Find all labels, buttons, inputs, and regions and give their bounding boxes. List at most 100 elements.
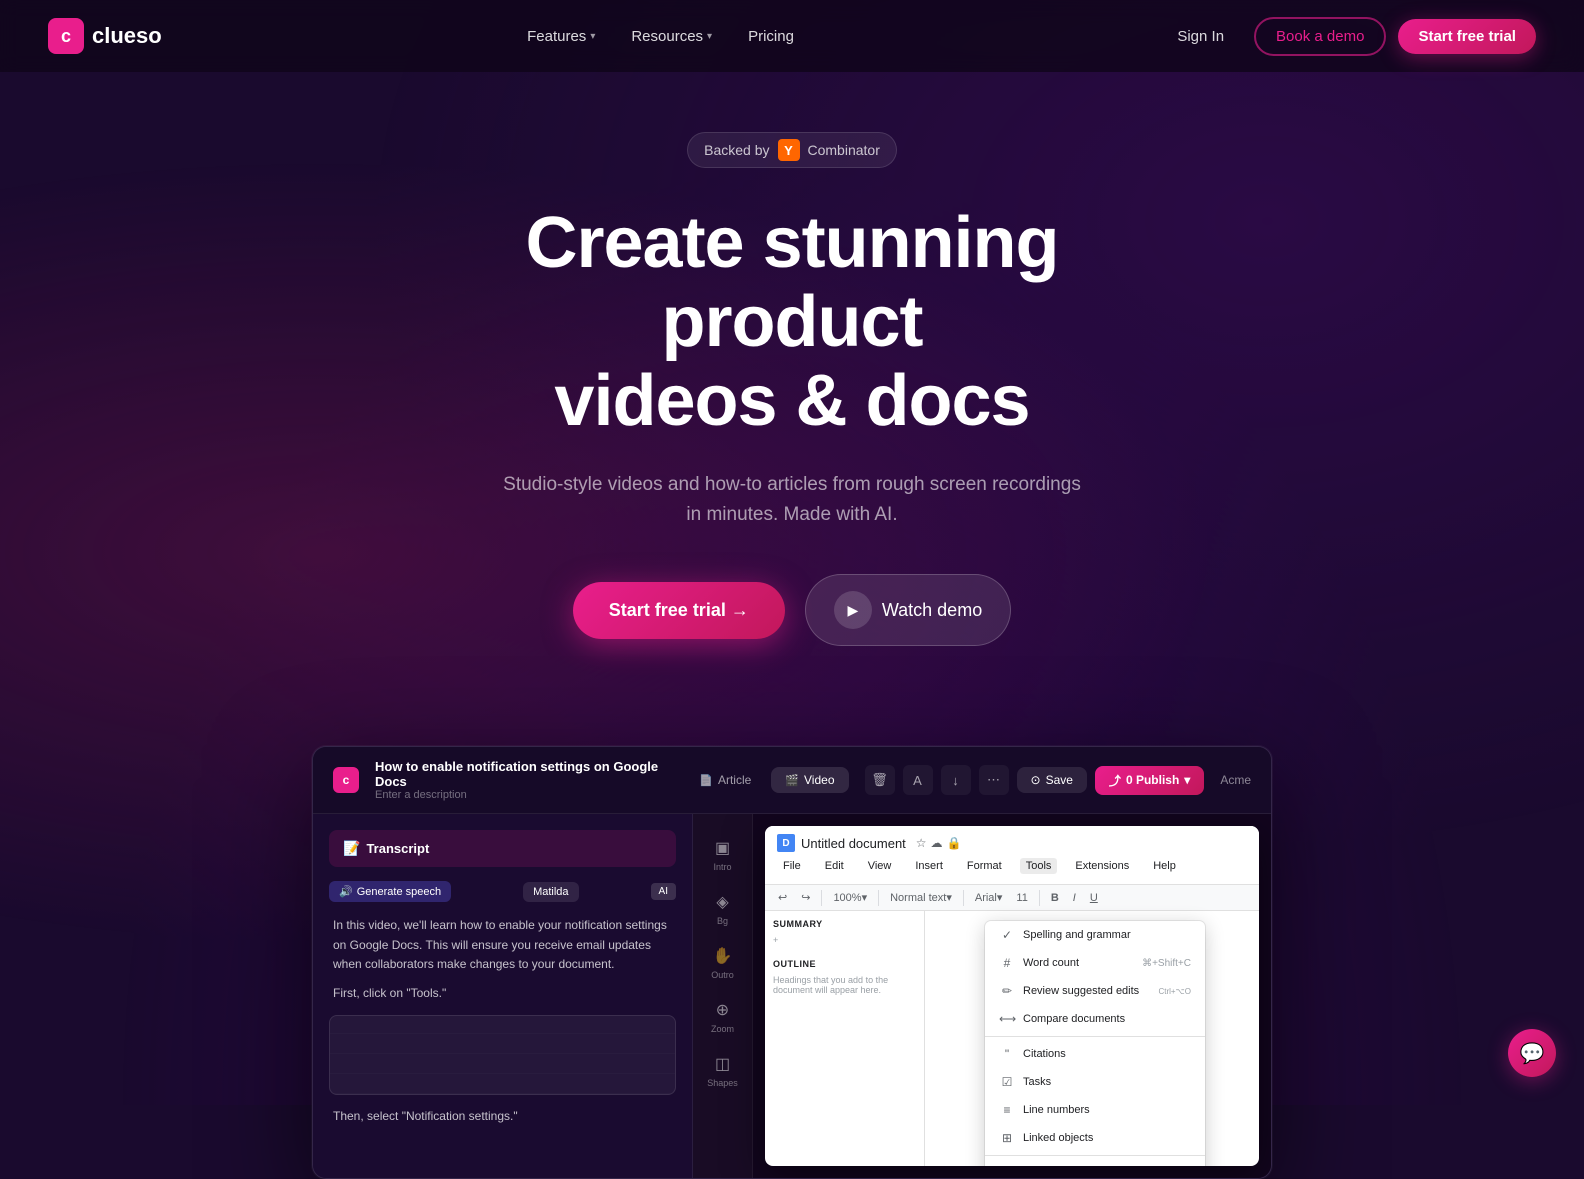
gdocs-menu-edit[interactable]: Edit (819, 858, 850, 874)
context-menu-linenumbers[interactable]: ≡ Line numbers (985, 1096, 1205, 1124)
start-trial-hero-button[interactable]: Start free trial → (573, 582, 785, 639)
gdocs-menu-tools[interactable]: Tools (1020, 858, 1058, 874)
demo-title-area: How to enable notification settings on G… (375, 759, 669, 801)
gdocs-menu-help[interactable]: Help (1147, 858, 1182, 874)
start-trial-nav-button[interactable]: Start free trial (1398, 19, 1536, 54)
toolbar-style[interactable]: Normal text▾ (885, 889, 957, 906)
chevron-down-icon: ▾ (1184, 773, 1190, 787)
logo-text: clueso (92, 23, 162, 49)
gdocs-favicon: D (777, 834, 795, 852)
video-preview-panel: ▣ Intro ◈ Bg ✋ Outro ⊕ Zoom (693, 814, 1271, 1178)
sidebar-outro[interactable]: ✋ Outro (693, 938, 752, 988)
citations-icon: " (999, 1047, 1015, 1061)
sidebar-zoom[interactable]: ⊕ Zoom (693, 992, 752, 1042)
logo[interactable]: c clueso (48, 18, 162, 54)
tab-article[interactable]: 📄 Article (685, 767, 765, 793)
nav-actions: Sign In Book a demo Start free trial (1159, 17, 1536, 56)
sign-in-button[interactable]: Sign In (1159, 20, 1242, 53)
gdocs-sidebar: Summary + Outline Headings that you add … (765, 911, 925, 1166)
transcript-text: In this video, we'll learn how to enable… (329, 916, 676, 1003)
chat-bubble-button[interactable]: 💬 (1508, 1029, 1556, 1077)
translate-icon-btn[interactable]: A (903, 765, 933, 795)
nav-link-resources[interactable]: Resources ▾ (617, 20, 726, 53)
video-icon: 🎬 (785, 774, 799, 787)
gdocs-menu-insert[interactable]: Insert (909, 858, 949, 874)
gdocs-doc-title: Untitled document (801, 836, 906, 851)
nav-links: Features ▾ Resources ▾ Pricing (513, 20, 808, 53)
more-options-icon-btn[interactable]: ⋯ (979, 765, 1009, 795)
toolbar-italic[interactable]: I (1068, 890, 1081, 906)
toolbar-redo[interactable]: ↪ (796, 889, 815, 906)
sidebar-bg[interactable]: ◈ Bg (693, 884, 752, 934)
toolbar-sep-1 (821, 890, 822, 906)
delete-icon-btn[interactable]: 🗑 (865, 765, 895, 795)
chat-icon: 💬 (1520, 1041, 1545, 1066)
toolbar-size[interactable]: 11 (1011, 890, 1032, 906)
google-docs-mockup-wrapper: D Untitled document ☆ ☁ 🔒 File (753, 814, 1271, 1178)
gdocs-main-content: ✓ Spelling and grammar # Word cou (925, 911, 1259, 1166)
sidebar-intro[interactable]: ▣ Intro (693, 830, 752, 880)
demo-body: 📝 Transcript 🔊 Generate speech Matilda A… (313, 814, 1271, 1178)
review-icon: ✏ (999, 984, 1015, 998)
acme-label: Acme (1212, 773, 1251, 787)
gdocs-menu-extensions[interactable]: Extensions (1069, 858, 1135, 874)
transcript-paragraph-1: In this video, we'll learn how to enable… (333, 916, 672, 974)
toolbar-sep-3 (963, 890, 964, 906)
gdocs-outline-title: Outline (773, 959, 916, 969)
gdocs-sidebar-outline: Outline Headings that you add to the doc… (773, 959, 916, 997)
gdocs-summary-content: + (773, 933, 916, 947)
gdocs-body: Summary + Outline Headings that you add … (765, 911, 1259, 1166)
save-button[interactable]: ⊙ Save (1017, 767, 1087, 793)
gdocs-outline-hint: Headings that you add to the document wi… (773, 973, 916, 997)
gdocs-summary-title: Summary (773, 919, 916, 929)
context-menu-citations[interactable]: " Citations (985, 1040, 1205, 1068)
demo-actions-right: 🗑 A ↓ ⋯ ⊙ Save ⤴ 0 Publish ▾ Acme (865, 765, 1252, 795)
lock-icon: 🔒 (947, 836, 962, 850)
nav-link-pricing[interactable]: Pricing (734, 20, 808, 53)
sidebar-shapes[interactable]: ◫ Shapes (693, 1046, 752, 1096)
gdocs-menu: File Edit View Insert Format Tools Exten… (777, 856, 1247, 876)
gdocs-toolbar: ↩ ↪ 100%▾ Normal text▾ Arial▾ 11 B I (765, 885, 1259, 911)
context-menu-spelling[interactable]: ✓ Spelling and grammar (985, 921, 1205, 949)
chevron-down-icon: ▾ (707, 31, 712, 42)
linenumbers-icon: ≡ (999, 1103, 1015, 1117)
generate-speech-button[interactable]: 🔊 Generate speech (329, 881, 451, 902)
demo-window: c How to enable notification settings on… (312, 746, 1272, 1179)
toolbar-underline[interactable]: U (1085, 890, 1103, 906)
transcript-video-thumbnail (329, 1015, 676, 1095)
gdocs-menu-file[interactable]: File (777, 858, 807, 874)
gdocs-menu-format[interactable]: Format (961, 858, 1008, 874)
toolbar-font[interactable]: Arial▾ (970, 889, 1008, 906)
toolbar-sep-4 (1039, 890, 1040, 906)
logo-letter: c (61, 26, 71, 47)
speech-icon: 🔊 (339, 885, 353, 898)
backed-by-label: Backed by (704, 142, 769, 158)
toolbar-undo[interactable]: ↩ (773, 889, 792, 906)
transcript-paragraph-2: First, click on "Tools." (333, 984, 672, 1003)
context-menu-compare[interactable]: ⟷ Compare documents (985, 1005, 1205, 1033)
compare-icon: ⟷ (999, 1012, 1015, 1026)
book-demo-button[interactable]: Book a demo (1254, 17, 1386, 56)
context-menu-tasks[interactable]: ☑ Tasks (985, 1068, 1205, 1096)
publish-button[interactable]: ⤴ 0 Publish ▾ (1095, 766, 1204, 795)
download-icon-btn[interactable]: ↓ (941, 765, 971, 795)
context-menu: ✓ Spelling and grammar # Word cou (985, 921, 1205, 1166)
matilda-button[interactable]: Matilda (523, 882, 578, 902)
watch-demo-button[interactable]: ▶ Watch demo (805, 574, 1011, 646)
toolbar-zoom[interactable]: 100%▾ (828, 889, 872, 906)
context-menu-wordcount[interactable]: # Word count ⌘+Shift+C (985, 949, 1205, 977)
toolbar-bold[interactable]: B (1046, 890, 1064, 906)
outro-icon: ✋ (713, 946, 733, 966)
hero-ctas: Start free trial → ▶ Watch demo (20, 574, 1564, 646)
context-menu-dictionary[interactable]: 📖 Dictionary ⌘+Shift+Y (985, 1159, 1205, 1166)
context-menu-linked[interactable]: ⊞ Linked objects (985, 1124, 1205, 1152)
context-menu-review[interactable]: ✏ Review suggested edits Ctrl+⌥O (985, 977, 1205, 1005)
demo-logo-icon: c (333, 767, 359, 793)
gdocs-header: D Untitled document ☆ ☁ 🔒 File (765, 826, 1259, 885)
tasks-icon: ☑ (999, 1075, 1015, 1089)
gdocs-menu-view[interactable]: View (862, 858, 898, 874)
tab-video[interactable]: 🎬 Video (771, 767, 848, 793)
nav-link-features[interactable]: Features ▾ (513, 20, 609, 53)
transcript-actions: 🔊 Generate speech Matilda AI (329, 881, 676, 902)
zoom-icon: ⊕ (716, 1000, 729, 1020)
